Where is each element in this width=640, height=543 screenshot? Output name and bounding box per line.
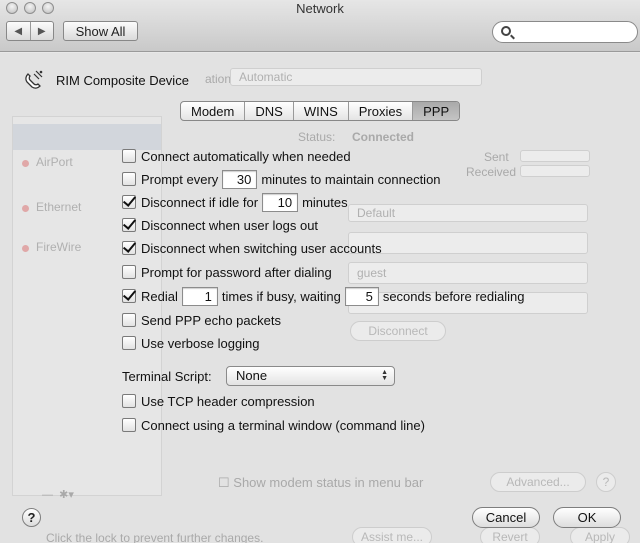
advanced-button: Advanced... <box>490 472 586 492</box>
prompt-every-option: Prompt every 30 minutes to maintain conn… <box>122 169 441 189</box>
tab-modem[interactable]: Modem <box>181 102 244 120</box>
tab-ppp[interactable]: PPP <box>412 102 460 120</box>
disconnect-switch-option: Disconnect when switching user accounts <box>122 238 382 258</box>
disconnect-logout-checkbox[interactable] <box>122 218 136 232</box>
help-button[interactable]: ? <box>22 508 41 527</box>
redial-mid-label: times if busy, waiting <box>221 288 341 304</box>
disconnect-idle-option: Disconnect if idle for 10 minutes <box>122 192 348 212</box>
connect-auto-checkbox[interactable] <box>122 149 136 163</box>
tcp-compression-checkbox[interactable] <box>122 394 136 408</box>
service-airport: AirPort <box>36 155 73 169</box>
ok-button[interactable]: OK <box>553 507 621 528</box>
device-header: RIM Composite Device <box>22 68 189 92</box>
disconnect-idle-suffix: minutes <box>302 194 348 210</box>
tab-wins[interactable]: WINS <box>292 102 348 120</box>
disconnect-switch-checkbox[interactable] <box>122 241 136 255</box>
search-input[interactable] <box>492 21 638 43</box>
prompt-password-checkbox[interactable] <box>122 265 136 279</box>
lock-text: Click the lock to prevent further change… <box>46 531 264 543</box>
connect-auto-label: Connect automatically when needed <box>141 148 351 164</box>
redial-suffix: seconds before redialing <box>382 288 525 304</box>
tab-bar: Modem DNS WINS Proxies PPP <box>180 101 461 121</box>
search-icon <box>501 26 511 36</box>
tab-dns[interactable]: DNS <box>244 102 292 120</box>
redial-times-field[interactable]: 1 <box>181 286 218 306</box>
idle-minutes-field[interactable]: 10 <box>262 192 299 212</box>
help-ghost-icon: ? <box>596 472 616 492</box>
revert-button: Revert <box>480 527 540 543</box>
echo-packets-label: Send PPP echo packets <box>141 312 281 328</box>
echo-packets-option: Send PPP echo packets <box>122 310 281 330</box>
back-forward-control: ◀ ▶ <box>6 21 54 41</box>
window-titlebar: Network ◀ ▶ Show All <box>0 0 640 52</box>
assist-button: Assist me... <box>352 527 432 543</box>
service-ethernet: Ethernet <box>36 200 82 214</box>
verbose-logging-checkbox[interactable] <box>122 336 136 350</box>
terminal-script-value: None <box>236 368 268 383</box>
prompt-every-suffix: minutes to maintain connection <box>261 171 441 187</box>
disconnect-logout-option: Disconnect when user logs out <box>122 215 318 235</box>
show-all-button[interactable]: Show All <box>63 21 138 41</box>
status-dot-icon <box>22 245 29 252</box>
config-select: Automatic <box>230 68 482 86</box>
phone-modem-icon <box>22 68 46 92</box>
terminal-window-checkbox[interactable] <box>122 418 136 432</box>
apply-button: Apply <box>570 527 630 543</box>
terminal-window-option: Connect using a terminal window (command… <box>122 415 425 435</box>
tcp-compression-label: Use TCP header compression <box>141 393 315 409</box>
prompt-every-label: Prompt every <box>141 171 219 187</box>
service-firewire: FireWire <box>36 240 82 254</box>
back-arrow-icon[interactable]: ◀ <box>7 22 30 40</box>
cancel-button[interactable]: Cancel <box>472 507 540 528</box>
disconnect-idle-label: Disconnect if idle for <box>141 194 259 210</box>
disconnect-logout-label: Disconnect when user logs out <box>141 217 319 233</box>
redial-seconds-field[interactable]: 5 <box>344 286 379 306</box>
verbose-logging-label: Use verbose logging <box>141 335 260 351</box>
add-remove-controls: — ✱▾ <box>42 489 74 501</box>
window-title: Network <box>296 1 344 16</box>
prompt-every-checkbox[interactable] <box>122 172 136 186</box>
modem-status-label: Show modem status in menu bar <box>233 475 424 490</box>
connect-auto-option: Connect automatically when needed <box>122 146 351 166</box>
echo-packets-checkbox[interactable] <box>122 313 136 327</box>
forward-arrow-icon[interactable]: ▶ <box>29 22 54 40</box>
terminal-script-label: Terminal Script: <box>122 369 212 384</box>
popup-arrows-icon: ▲ ▼ <box>381 369 388 382</box>
device-name: RIM Composite Device <box>56 72 189 88</box>
redial-checkbox[interactable] <box>122 289 136 303</box>
verbose-logging-option: Use verbose logging <box>122 333 260 353</box>
prompt-minutes-field[interactable]: 30 <box>222 169 258 189</box>
status-dot-icon <box>22 205 29 212</box>
terminal-script-select[interactable]: None ▲ ▼ <box>226 366 395 386</box>
status-dot-icon <box>22 160 29 167</box>
tcp-compression-option: Use TCP header compression <box>122 391 315 411</box>
tab-proxies[interactable]: Proxies <box>347 102 412 120</box>
terminal-window-label: Connect using a terminal window (command… <box>141 417 425 433</box>
redial-option: Redial 1 times if busy, waiting 5 second… <box>122 286 524 306</box>
prompt-password-label: Prompt for password after dialing <box>141 264 332 280</box>
disconnect-switch-label: Disconnect when switching user accounts <box>141 240 382 256</box>
modem-status-checkbox: ☐ Show modem status in menu bar <box>218 475 424 490</box>
redial-label: Redial <box>141 288 178 304</box>
disconnect-idle-checkbox[interactable] <box>122 195 136 209</box>
prompt-password-option: Prompt for password after dialing <box>122 262 332 282</box>
